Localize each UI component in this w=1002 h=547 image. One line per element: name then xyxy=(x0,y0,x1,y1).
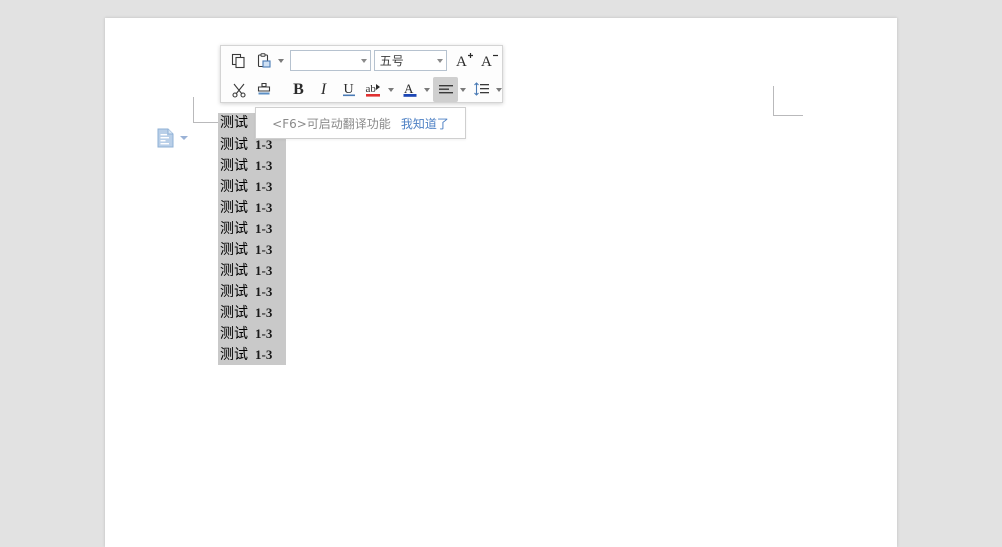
font-name-combobox[interactable] xyxy=(290,50,371,71)
document-line[interactable]: 测试 1-3 xyxy=(218,260,286,281)
line-number-text: 1-3 xyxy=(255,305,273,320)
cut-button[interactable] xyxy=(226,77,251,102)
font-color-button[interactable]: A xyxy=(397,77,422,102)
document-line[interactable]: 测试 1-3 xyxy=(218,239,286,260)
line-spacing-dropdown-caret-icon[interactable] xyxy=(496,87,502,92)
svg-text:A: A xyxy=(456,54,467,69)
line-text: 测试 xyxy=(220,115,248,131)
highlight-dropdown-caret-icon[interactable] xyxy=(388,87,394,92)
line-number-text: 1-3 xyxy=(255,284,273,299)
document-line[interactable]: 测试 1-3 xyxy=(218,197,286,218)
line-text: 测试 xyxy=(220,284,248,300)
document-line[interactable]: 测试 1-3 xyxy=(218,302,286,323)
bold-label: B xyxy=(293,80,304,98)
paste-button[interactable] xyxy=(251,48,276,73)
margin-corner-top-left xyxy=(193,97,219,123)
font-size-value: 五号 xyxy=(379,54,404,68)
margin-corner-top-right xyxy=(773,86,803,116)
chevron-down-icon[interactable] xyxy=(437,58,443,63)
line-text: 测试 xyxy=(220,179,248,195)
line-text: 测试 xyxy=(220,221,248,237)
document-line[interactable]: 测试 1-3 xyxy=(218,281,286,302)
italic-button[interactable]: I xyxy=(311,77,336,102)
line-text: 测试 xyxy=(220,305,248,321)
tooltip-dismiss-link[interactable]: 我知道了 xyxy=(401,115,449,132)
line-number-text: 1-3 xyxy=(255,242,273,257)
paste-dropdown-caret-icon[interactable] xyxy=(278,58,284,63)
toolbar-row-bottom: B I U ab A xyxy=(221,75,502,104)
line-text: 测试 xyxy=(220,158,248,174)
italic-label: I xyxy=(320,80,327,98)
chevron-down-icon[interactable] xyxy=(180,136,188,140)
svg-text:A: A xyxy=(481,54,492,69)
document-line[interactable]: 测试 1-3 xyxy=(218,176,286,197)
tooltip-message: <F6>可启动翻译功能 xyxy=(272,116,391,131)
paste-options-smart-tag[interactable] xyxy=(157,128,188,148)
svg-text:ab: ab xyxy=(365,83,376,95)
font-color-dropdown-caret-icon[interactable] xyxy=(424,87,430,92)
line-text: 测试 xyxy=(220,263,248,279)
line-text: 测试 xyxy=(220,242,248,258)
line-number-text: 1-3 xyxy=(255,158,273,173)
line-text: 测试 xyxy=(220,200,248,216)
document-line[interactable]: 测试 1-3 xyxy=(218,323,286,344)
translate-hint-tooltip[interactable]: <F6>可启动翻译功能 我知道了 xyxy=(255,107,466,139)
svg-text:A: A xyxy=(404,81,414,96)
font-size-combobox[interactable]: 五号 xyxy=(373,50,447,71)
line-number-text: 1-3 xyxy=(255,347,273,362)
line-number-text: 1-3 xyxy=(255,263,273,278)
line-text: 测试 xyxy=(220,347,248,363)
document-line[interactable]: 测试 1-3 xyxy=(218,218,286,239)
document-line[interactable]: 测试 1-3 xyxy=(218,155,286,176)
line-spacing-button[interactable] xyxy=(469,77,494,102)
align-button[interactable] xyxy=(433,77,458,102)
bold-button[interactable]: B xyxy=(286,77,311,102)
copy-button[interactable] xyxy=(226,48,251,73)
document-line[interactable]: 测试 1-3 xyxy=(218,344,286,365)
chevron-down-icon[interactable] xyxy=(360,58,367,63)
line-number-text: 1-3 xyxy=(255,326,273,341)
toolbar-row-top: 五号 A A xyxy=(221,46,502,75)
decrease-font-size-button[interactable]: A xyxy=(477,48,502,73)
line-number-text: 1-3 xyxy=(255,200,273,215)
line-text: 测试 xyxy=(220,326,248,342)
line-text: 测试 xyxy=(220,137,248,153)
format-painter-button[interactable] xyxy=(251,77,276,102)
align-dropdown-caret-icon[interactable] xyxy=(460,87,466,92)
highlight-color-button[interactable]: ab xyxy=(361,77,386,102)
floating-mini-toolbar[interactable]: 五号 A A B I U ab A xyxy=(220,45,503,103)
line-number-text: 1-3 xyxy=(255,179,273,194)
paste-options-icon xyxy=(157,128,174,148)
document-text-body[interactable]: 测试 测试 1-3 测试 1-3 测试 1-3 测试 1-3 测试 1-3 测试 1-3 测试 1-3 测试 1… xyxy=(218,113,286,365)
line-number-text: 1-3 xyxy=(255,221,273,236)
underline-button[interactable]: U xyxy=(336,77,361,102)
increase-font-size-button[interactable]: A xyxy=(452,48,477,73)
